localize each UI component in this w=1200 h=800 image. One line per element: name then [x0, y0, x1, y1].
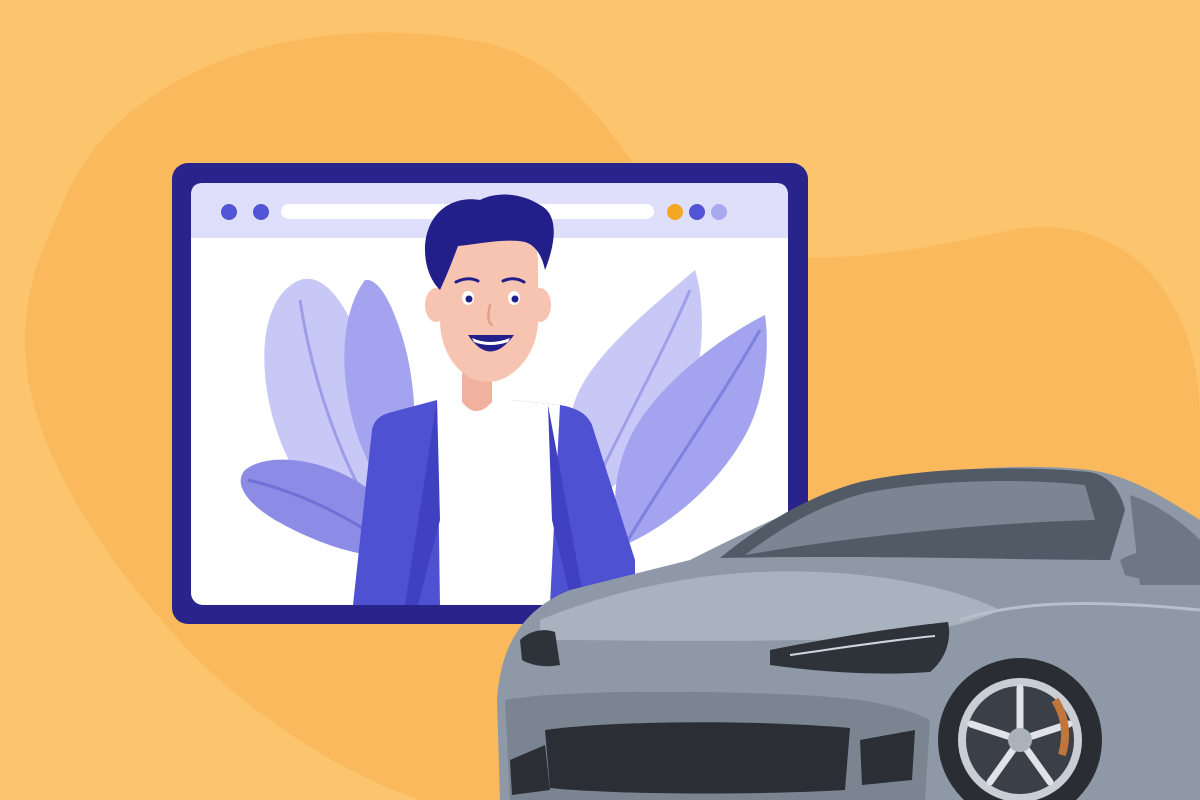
window-dot-icon	[711, 204, 727, 220]
window-dot-icon	[667, 204, 683, 220]
window-dot-icon	[253, 204, 269, 220]
illustration-canvas	[24, 32, 1200, 800]
window-dot-icon	[689, 204, 705, 220]
illustration-scene	[0, 0, 1200, 800]
window-dot-icon	[221, 204, 237, 220]
